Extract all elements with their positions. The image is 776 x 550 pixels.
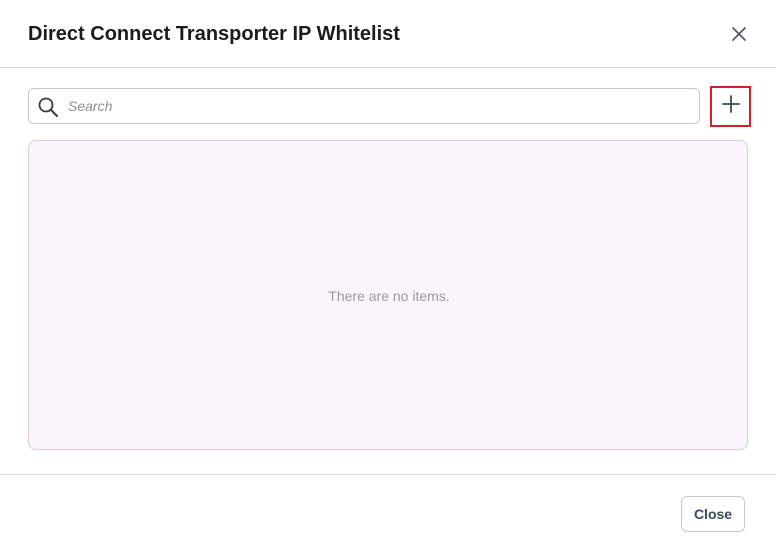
dialog-header: Direct Connect Transporter IP Whitelist bbox=[0, 0, 776, 68]
search-input[interactable] bbox=[68, 91, 688, 121]
close-icon[interactable] bbox=[726, 21, 752, 47]
search-icon bbox=[37, 96, 59, 118]
dialog-title: Direct Connect Transporter IP Whitelist bbox=[28, 23, 400, 45]
empty-state-message: There are no items. bbox=[328, 288, 450, 304]
plus-icon bbox=[721, 94, 741, 119]
add-item-button[interactable] bbox=[710, 86, 751, 127]
whitelist-dialog: Direct Connect Transporter IP Whitelist … bbox=[0, 0, 776, 550]
search-box bbox=[28, 88, 700, 124]
whitelist-list: There are no items. bbox=[28, 140, 748, 450]
dialog-footer: Close bbox=[0, 474, 776, 550]
close-button[interactable]: Close bbox=[681, 496, 745, 532]
